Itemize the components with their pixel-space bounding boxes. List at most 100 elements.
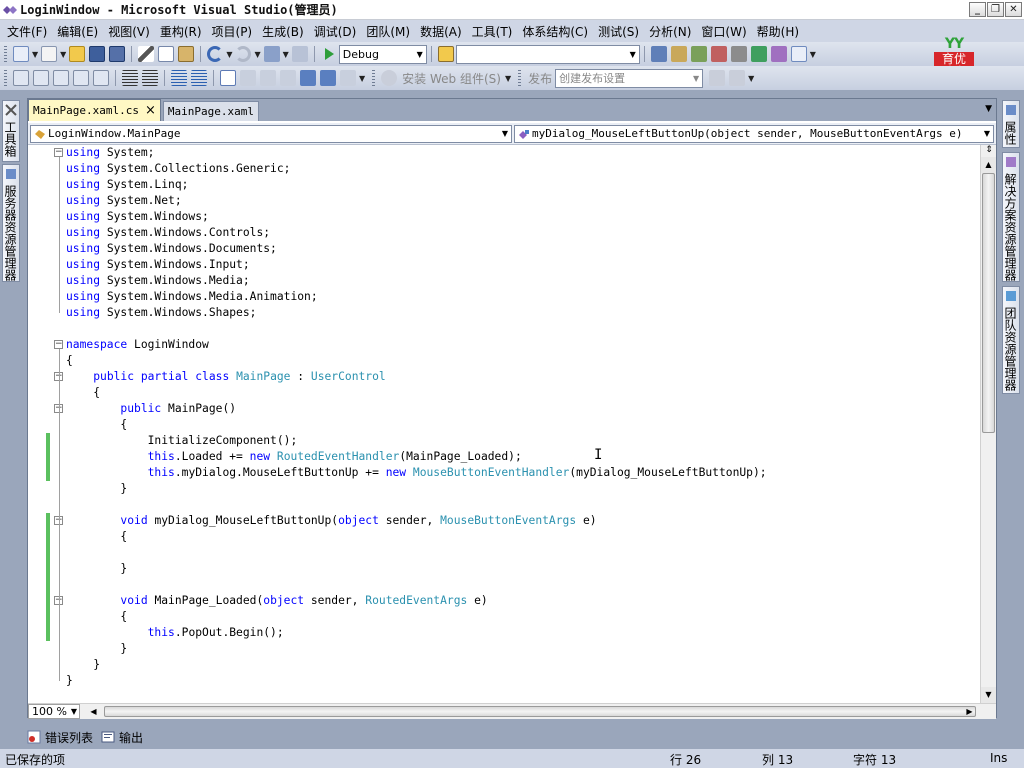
code-editor[interactable]: using System; using System.Collections.Ge… [28,145,980,703]
collapse-icon[interactable]: − [54,340,63,349]
solution-explorer-tab[interactable]: 解决方案资源管理器 [1002,152,1020,282]
list-members-icon[interactable] [13,70,29,86]
save-all-icon[interactable] [109,46,126,62]
quick-info-icon[interactable] [53,70,69,86]
publish-settings-select[interactable]: 创建发布设置 ▼ [555,68,704,88]
menu-project[interactable]: 项目(P) [207,23,258,40]
start-page-icon[interactable] [750,46,767,62]
solution-configuration-select[interactable]: Debug ▼ [338,44,427,64]
horizontal-scrollbar[interactable]: 100 % ▼ ◀ ▶ [28,703,996,719]
menu-window[interactable]: 窗口(W) [696,23,751,40]
output-tab[interactable]: 输出 [101,729,143,746]
undo-icon[interactable] [207,46,224,62]
chevron-down-icon[interactable]: ▼ [254,50,260,59]
toolbar-grip[interactable] [518,70,522,86]
open-folder-icon[interactable] [69,46,86,62]
scroll-up-icon[interactable]: ▲ [981,157,996,173]
tools-icon[interactable] [730,46,747,62]
chevron-down-icon[interactable]: ▼ [359,74,365,83]
chevron-down-icon[interactable]: ▼ [60,50,66,59]
find-in-files-icon[interactable] [437,46,454,62]
menu-view[interactable]: 视图(V) [103,23,155,40]
paste-icon[interactable] [178,46,195,62]
code-line[interactable]: void MainPage_Loaded(object sender, Rout… [66,593,487,609]
properties-tab[interactable]: 属性 [1002,100,1020,148]
menu-tools[interactable]: 工具(T) [467,23,518,40]
code-line[interactable]: InitializeComponent(); [66,433,298,449]
error-list-tab[interactable]: 错误列表 [27,729,93,746]
uncomment-lines-icon[interactable] [191,70,207,86]
menu-architecture[interactable]: 体系结构(C) [517,23,593,40]
redo-icon[interactable] [235,46,252,62]
code-line[interactable]: using System.Collections.Generic; [66,161,290,177]
code-line[interactable]: } [66,481,127,497]
clear-bookmarks-icon[interactable] [340,70,356,86]
code-line[interactable]: using System.Windows.Documents; [66,241,277,257]
code-line[interactable]: public partial class MainPage : UserCont… [66,369,386,385]
install-web-component-button[interactable]: 安装 Web 组件(S) [402,70,501,87]
types-dropdown[interactable]: LoginWindow.MainPage ▼ [30,125,512,143]
code-line[interactable]: using System.Linq; [66,177,188,193]
add-item-icon[interactable] [41,46,58,62]
toolbox-icon[interactable] [710,46,727,62]
publish-button[interactable]: 发布 [528,70,552,87]
complete-word-icon[interactable] [73,70,89,86]
scroll-down-icon[interactable]: ▼ [981,687,996,703]
publish-settings-icon[interactable] [729,70,746,86]
next-bookmark-icon[interactable] [260,70,276,86]
navigate-backward-icon[interactable] [263,46,280,62]
vertical-scrollbar[interactable]: ⇕ ▲ ▼ [980,145,996,703]
code-line[interactable]: void myDialog_MouseLeftButtonUp(object s… [66,513,596,529]
toolbox-tab[interactable]: 工具箱 [2,100,20,162]
menu-build[interactable]: 生成(B) [257,23,309,40]
chevron-down-icon[interactable]: ▼ [226,50,232,59]
code-line[interactable]: using System.Windows; [66,209,209,225]
restore-button[interactable]: ❐ [987,2,1004,17]
new-project-icon[interactable] [13,46,29,62]
parameter-info-icon[interactable] [33,70,49,86]
command-window-icon[interactable] [790,46,807,62]
zoom-combo[interactable]: 100 % ▼ [28,704,80,719]
chevron-down-icon[interactable]: ▼ [985,104,992,114]
horizontal-scroll-thumb[interactable] [104,706,976,717]
code-line[interactable]: } [66,657,100,673]
code-line[interactable]: using System.Windows.Media.Animation; [66,289,318,305]
properties-window-icon[interactable] [670,46,687,62]
menu-test[interactable]: 测试(S) [593,23,644,40]
save-icon[interactable] [89,46,106,62]
minimize-button[interactable]: _ [969,2,986,17]
menu-analyze[interactable]: 分析(N) [644,23,696,40]
tab-mainpage-xaml-cs[interactable]: MainPage.xaml.cs × [28,99,161,121]
code-line[interactable]: { [66,353,73,369]
toolbar-grip[interactable] [372,70,376,86]
previous-bookmark-icon[interactable] [240,70,256,86]
menu-refactor[interactable]: 重构(R) [155,23,207,40]
start-debugging-icon[interactable] [321,46,337,62]
install-web-component-icon[interactable] [381,70,398,86]
editor-splitter-icon[interactable]: ⇕ [983,145,995,155]
decrease-indent-icon[interactable] [122,70,138,86]
find-combo[interactable]: ▼ [455,44,640,64]
code-line[interactable]: } [66,673,73,689]
code-line[interactable]: this.Loaded += new RoutedEventHandler(Ma… [66,449,522,465]
code-line[interactable]: { [66,385,100,401]
comment-lines-icon[interactable] [171,70,187,86]
server-explorer-tab[interactable]: 服务器资源管理器 [2,164,20,282]
scroll-right-icon[interactable]: ▶ [962,704,977,719]
menu-file[interactable]: 文件(F) [2,23,52,40]
members-dropdown[interactable]: myDialog_MouseLeftButtonUp(object sender… [514,125,994,143]
next-bookmark-document-icon[interactable] [320,70,336,86]
scroll-left-icon[interactable]: ◀ [86,704,101,719]
code-line[interactable]: } [66,561,127,577]
chevron-down-icon[interactable]: ▼ [505,74,511,83]
navigate-forward-icon[interactable] [291,46,308,62]
code-line[interactable]: namespace LoginWindow [66,337,209,353]
close-icon[interactable]: × [145,101,156,121]
next-bookmark-folder-icon[interactable] [300,70,316,86]
code-line[interactable]: using System; [66,145,154,161]
solution-explorer-icon[interactable] [650,46,667,62]
code-line[interactable]: { [66,417,127,433]
publish-web-icon[interactable] [709,70,726,86]
code-line[interactable]: } [66,641,127,657]
increase-indent-icon[interactable] [142,70,158,86]
